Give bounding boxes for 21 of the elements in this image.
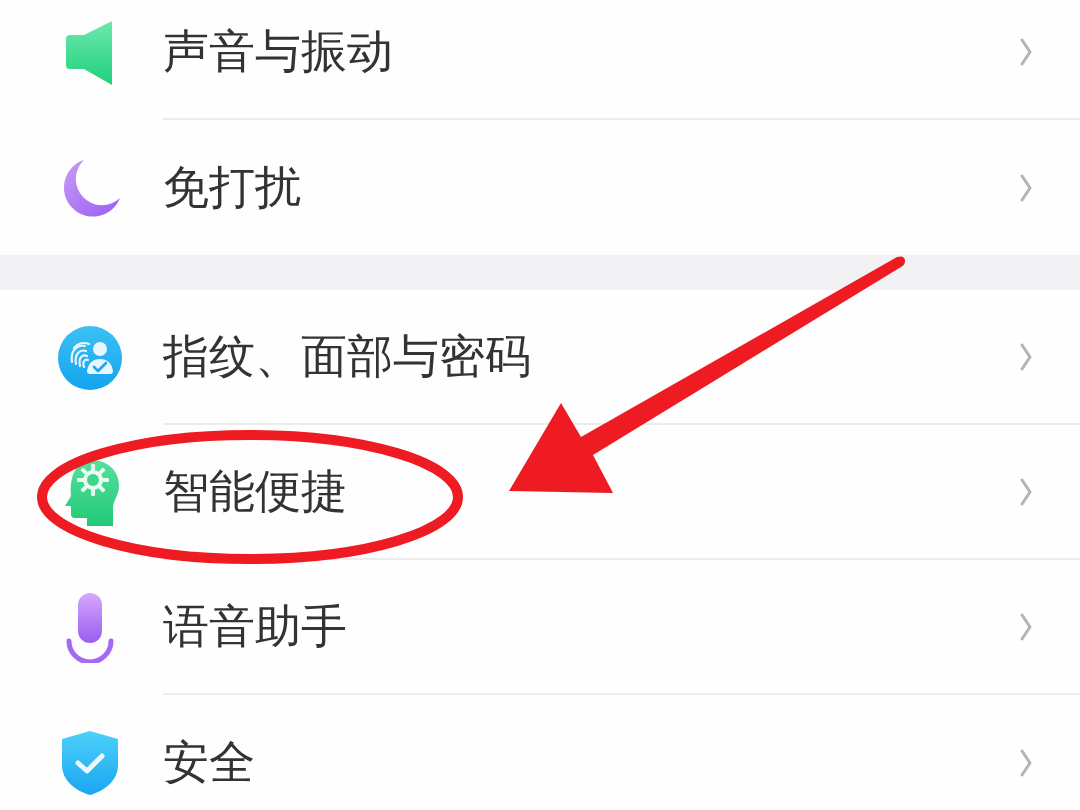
chevron-icon	[1020, 748, 1032, 777]
row-label: 指纹、面部与密码	[163, 328, 532, 385]
settings-row[interactable]: 指纹、面部与密码	[0, 290, 1080, 425]
chevron-icon	[1020, 37, 1032, 66]
row-label: 语音助手	[163, 598, 348, 655]
settings-row[interactable]: 免打扰	[0, 120, 1080, 255]
shield-check-icon	[62, 730, 118, 795]
row-label: 免打扰	[163, 159, 302, 216]
microphone-icon	[66, 592, 114, 663]
chevron-icon	[1020, 342, 1032, 371]
settings-row[interactable]: 安全	[0, 695, 1080, 810]
settings-row[interactable]: 语音助手	[0, 560, 1080, 695]
row-label: 安全	[163, 734, 256, 791]
speaker-icon	[66, 20, 114, 85]
row-label: 声音与振动	[163, 23, 394, 80]
settings-row[interactable]: 声音与振动	[0, 0, 1080, 120]
row-label: 智能便捷	[163, 463, 348, 520]
chevron-icon	[1020, 612, 1032, 641]
chevron-icon	[1020, 477, 1032, 506]
fingerprint-person-icon	[58, 325, 122, 390]
chevron-icon	[1020, 173, 1032, 202]
